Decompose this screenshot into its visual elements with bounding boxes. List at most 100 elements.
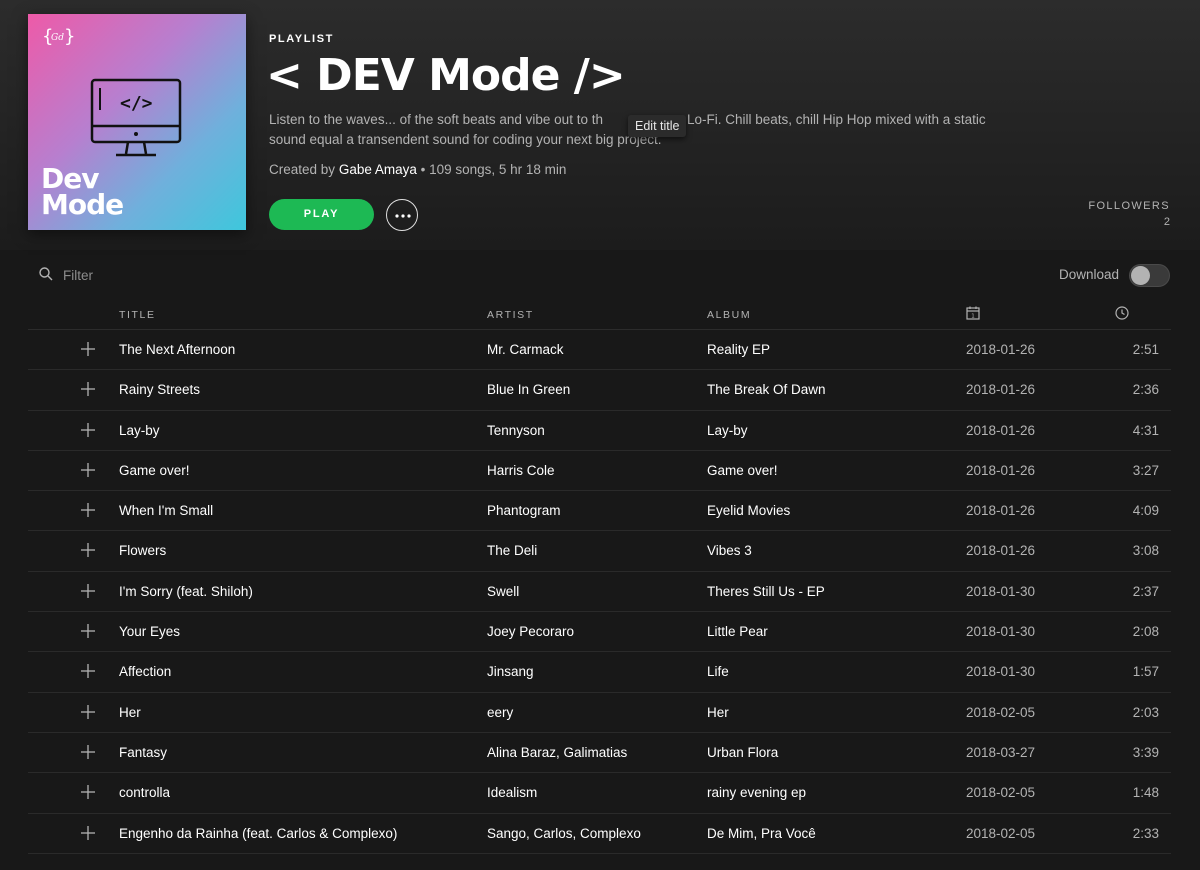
- track-title[interactable]: Engenho da Rainha (feat. Carlos & Comple…: [119, 826, 397, 841]
- followers-info: FOLLOWERS 2: [1088, 200, 1170, 228]
- track-row[interactable]: Your Eyes Joey Pecoraro Little Pear 2018-01…: [28, 612, 1171, 653]
- track-title[interactable]: I'm Sorry (feat. Shiloh): [119, 584, 253, 599]
- track-title[interactable]: Game over!: [119, 463, 190, 478]
- track-row[interactable]: Her eery Her 2018-02-05 2:03: [28, 693, 1171, 733]
- track-row[interactable]: Fantasy Alina Baraz, Galimatias Urban Flor…: [28, 733, 1171, 774]
- track-album[interactable]: Game over!: [707, 463, 778, 478]
- track-title[interactable]: Your Eyes: [119, 624, 180, 639]
- track-album[interactable]: rainy evening ep: [707, 785, 806, 800]
- track-list-header: TITLE ARTIST ALBUM 1: [28, 300, 1171, 330]
- add-to-library-icon[interactable]: [81, 744, 95, 759]
- column-header-title[interactable]: TITLE: [119, 309, 156, 321]
- track-duration: 2:03: [1132, 704, 1159, 720]
- add-to-library-icon[interactable]: [81, 704, 95, 719]
- owner-link[interactable]: Gabe Amaya: [339, 162, 417, 177]
- track-title[interactable]: Affection: [119, 664, 171, 679]
- track-list: TITLE ARTIST ALBUM 1 The Next Afternoon M…: [28, 300, 1171, 854]
- add-to-library-icon[interactable]: [81, 382, 95, 397]
- column-header-date-added[interactable]: 1: [966, 306, 980, 323]
- track-row[interactable]: The Next Afternoon Mr. Carmack Reality EP 2…: [28, 330, 1171, 371]
- track-artist[interactable]: Phantogram: [487, 503, 561, 518]
- track-title[interactable]: Flowers: [119, 543, 166, 558]
- track-artist[interactable]: Blue In Green: [487, 382, 570, 397]
- track-title[interactable]: Fantasy: [119, 745, 167, 760]
- track-artist[interactable]: The Deli: [487, 543, 537, 558]
- track-date-added: 2018-01-26: [966, 503, 1036, 519]
- column-header-album[interactable]: ALBUM: [707, 309, 751, 321]
- track-date-added: 2018-02-05: [966, 785, 1036, 801]
- track-artist[interactable]: Alina Baraz, Galimatias: [487, 745, 627, 760]
- track-title[interactable]: Her: [119, 705, 141, 720]
- track-album[interactable]: Urban Flora: [707, 745, 778, 760]
- playlist-cover-art[interactable]: { Gd } </> Dev Mode: [28, 14, 246, 230]
- track-duration: 2:33: [1132, 825, 1159, 841]
- column-header-duration[interactable]: [1115, 306, 1129, 323]
- track-artist[interactable]: Tennyson: [487, 423, 545, 438]
- track-duration: 3:08: [1132, 543, 1159, 559]
- add-to-library-icon[interactable]: [81, 462, 95, 477]
- track-album[interactable]: Lay-by: [707, 423, 748, 438]
- play-button[interactable]: PLAY: [269, 199, 374, 230]
- column-header-artist[interactable]: ARTIST: [487, 309, 534, 321]
- track-album[interactable]: Reality EP: [707, 342, 770, 357]
- add-to-library-icon[interactable]: [81, 342, 95, 356]
- add-to-library-icon[interactable]: [81, 543, 95, 558]
- track-duration: 2:51: [1132, 342, 1159, 357]
- track-row[interactable]: Engenho da Rainha (feat. Carlos & Comple…: [28, 814, 1171, 854]
- track-album[interactable]: Theres Still Us - EP: [707, 584, 825, 599]
- svg-text:Gd: Gd: [51, 33, 64, 43]
- add-to-library-icon[interactable]: [81, 503, 95, 518]
- track-row[interactable]: Flowers The Deli Vibes 3 2018-01-26 3:08: [28, 531, 1171, 572]
- track-title[interactable]: The Next Afternoon: [119, 342, 235, 357]
- track-row[interactable]: Game over! Harris Cole Game over! 2018-01-2…: [28, 451, 1171, 492]
- track-row[interactable]: I'm Sorry (feat. Shiloh) Swell Theres Stil…: [28, 572, 1171, 613]
- add-to-library-icon[interactable]: [81, 825, 95, 840]
- toggle-knob: [1131, 266, 1150, 285]
- track-album[interactable]: Eyelid Movies: [707, 503, 790, 518]
- clock-icon: [1115, 306, 1129, 320]
- track-artist[interactable]: eery: [487, 705, 513, 720]
- add-to-library-icon[interactable]: [81, 624, 95, 639]
- track-row[interactable]: Affection Jinsang Life 2018-01-30 1:57: [28, 652, 1171, 693]
- track-album[interactable]: Vibes 3: [707, 543, 752, 558]
- download-toggle[interactable]: [1129, 264, 1170, 287]
- track-row[interactable]: controlla Idealism rainy evening ep 2018-02…: [28, 773, 1171, 814]
- track-date-added: 2018-01-26: [966, 342, 1036, 357]
- track-row[interactable]: When I'm Small Phantogram Eyelid Movies 201…: [28, 491, 1171, 532]
- cover-title: Dev Mode: [41, 162, 124, 221]
- add-to-library-icon[interactable]: [81, 785, 95, 800]
- track-date-added: 2018-01-26: [966, 462, 1036, 478]
- track-album[interactable]: Little Pear: [707, 624, 768, 639]
- track-date-added: 2018-01-26: [966, 422, 1036, 438]
- track-row[interactable]: Rainy Streets Blue In Green The Break Of D…: [28, 370, 1171, 411]
- track-artist[interactable]: Idealism: [487, 785, 537, 800]
- track-artist[interactable]: Swell: [487, 584, 519, 599]
- track-album[interactable]: Life: [707, 664, 729, 679]
- track-duration: 3:39: [1132, 744, 1159, 760]
- filter-input[interactable]: [63, 266, 233, 284]
- track-album[interactable]: De Mim, Pra Você: [707, 826, 816, 841]
- more-options-button[interactable]: [386, 199, 418, 231]
- add-to-library-icon[interactable]: [81, 422, 95, 437]
- svg-text:}: }: [64, 26, 74, 47]
- track-album[interactable]: Her: [707, 705, 729, 720]
- track-artist[interactable]: Sango, Carlos, Complexo: [487, 826, 641, 841]
- track-artist[interactable]: Harris Cole: [487, 463, 555, 478]
- track-artist[interactable]: Mr. Carmack: [487, 342, 564, 357]
- track-date-added: 2018-01-26: [966, 543, 1036, 559]
- track-title[interactable]: Lay-by: [119, 423, 160, 438]
- track-artist[interactable]: Jinsang: [487, 664, 534, 679]
- track-duration: 1:48: [1132, 785, 1159, 801]
- track-title[interactable]: controlla: [119, 785, 170, 800]
- track-title[interactable]: When I'm Small: [119, 503, 213, 518]
- track-artist[interactable]: Joey Pecoraro: [487, 624, 574, 639]
- track-title[interactable]: Rainy Streets: [119, 382, 200, 397]
- track-duration: 2:36: [1132, 382, 1159, 398]
- add-to-library-icon[interactable]: [81, 583, 95, 598]
- playlist-title[interactable]: < DEV Mode />: [266, 50, 626, 101]
- add-to-library-icon[interactable]: [81, 664, 95, 679]
- svg-text:1: 1: [971, 314, 976, 320]
- filter-box[interactable]: [39, 266, 239, 284]
- track-album[interactable]: The Break Of Dawn: [707, 382, 826, 397]
- track-row[interactable]: Lay-by Tennyson Lay-by 2018-01-26 4:31: [28, 411, 1171, 451]
